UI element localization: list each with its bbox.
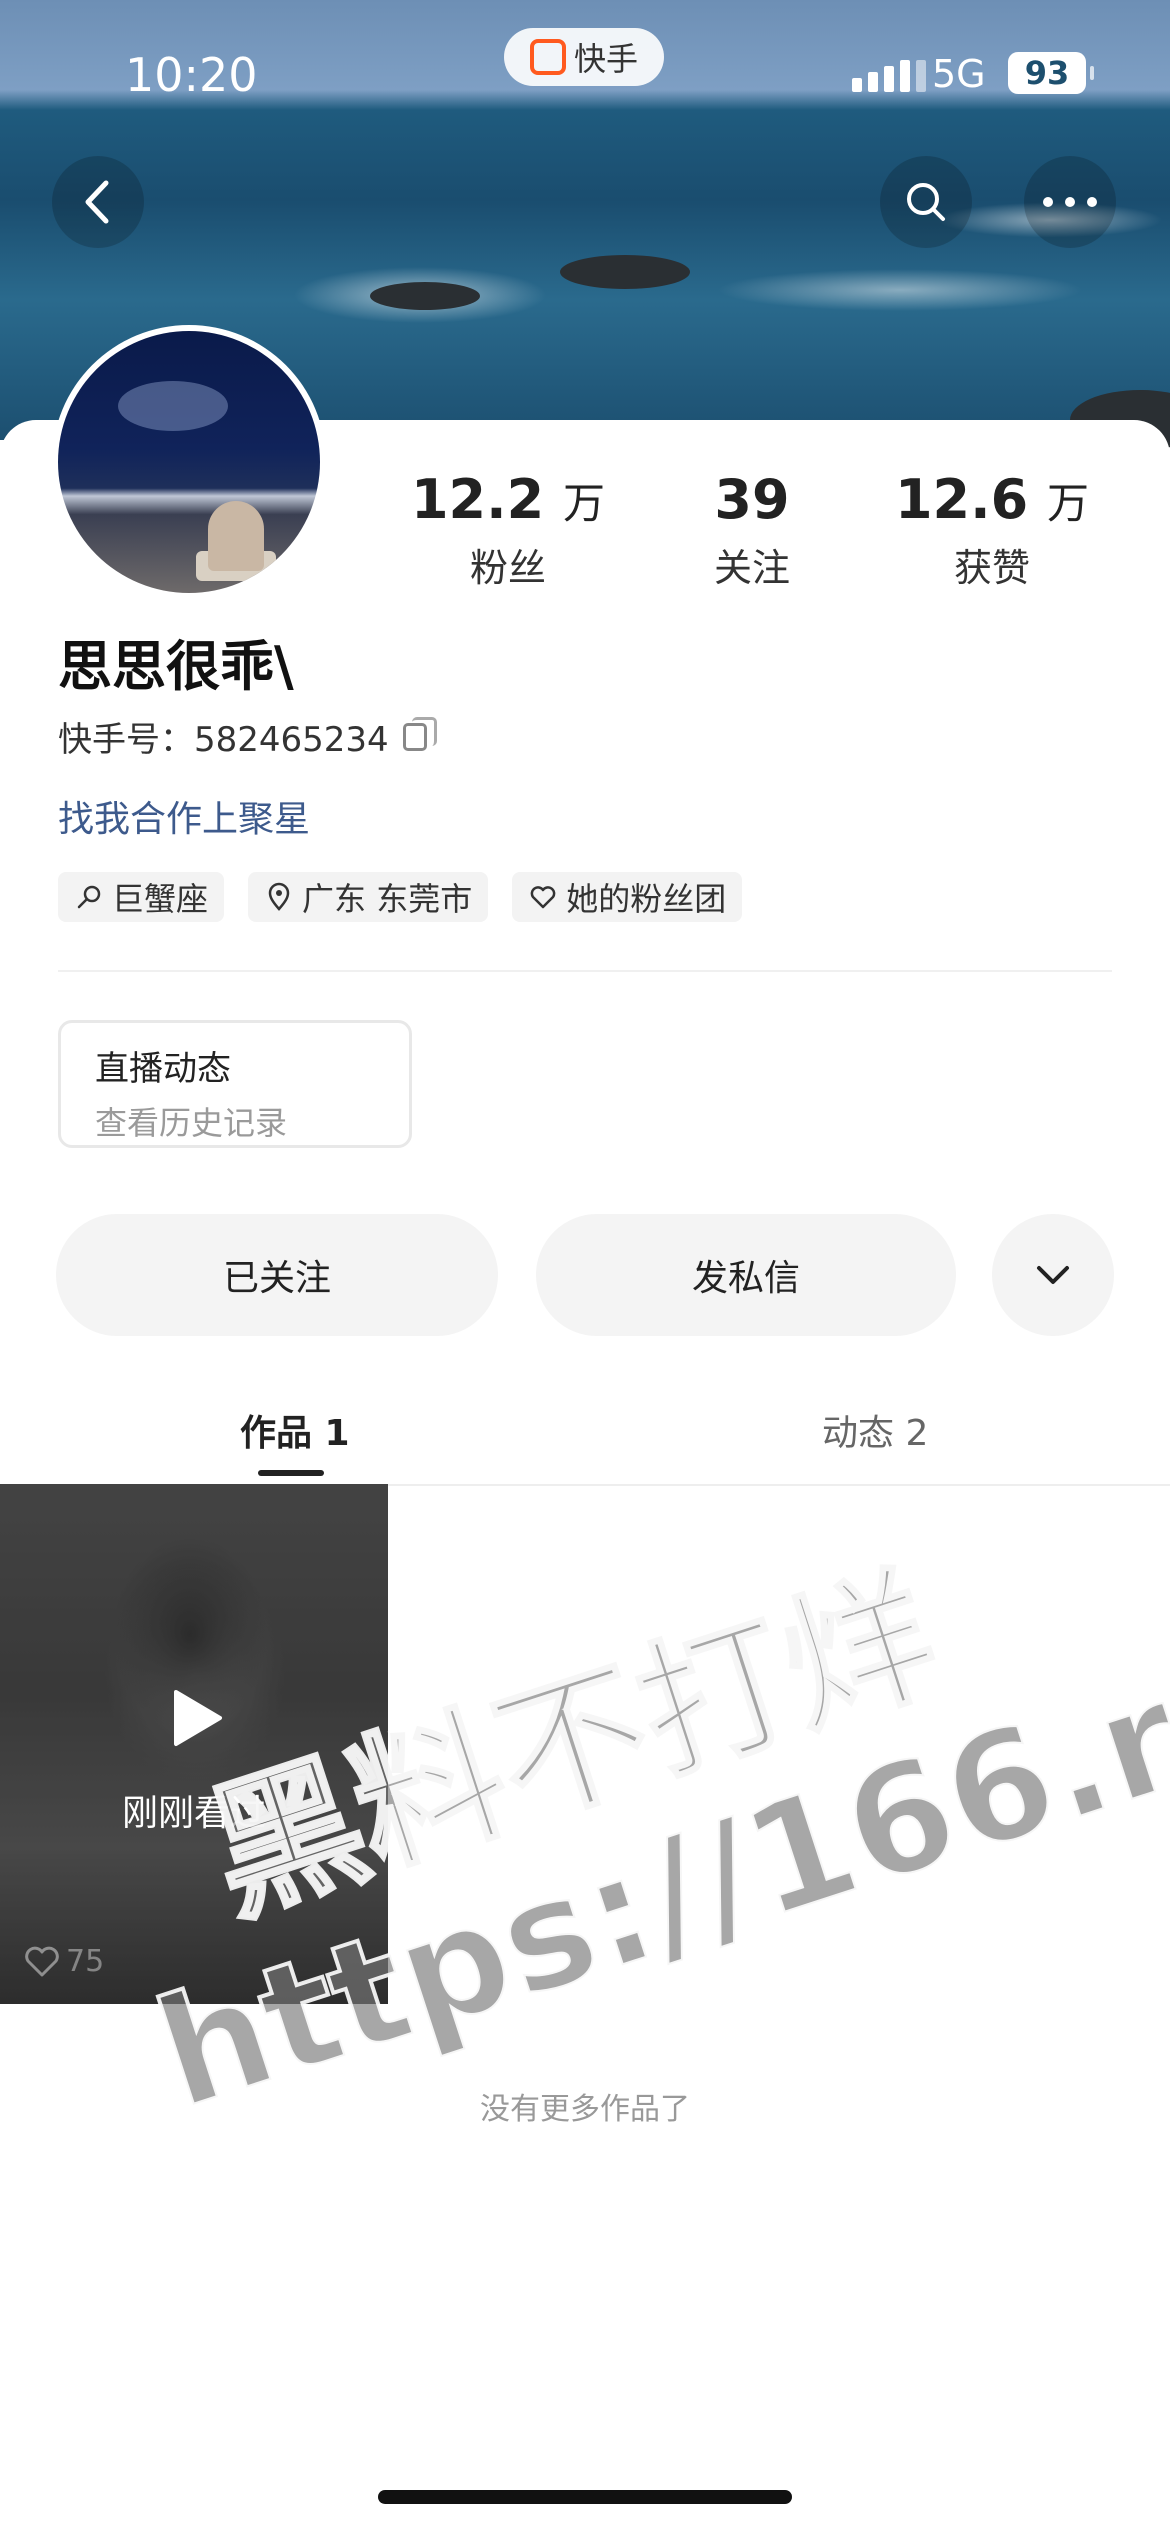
stat-label: 关注: [713, 546, 790, 590]
live-card-title: 直播动态: [95, 1049, 231, 1089]
home-indicator[interactable]: [378, 2490, 792, 2504]
tab-moments[interactable]: 动态 2: [822, 1404, 928, 1456]
stat-following[interactable]: 39 关注: [642, 468, 862, 592]
back-button[interactable]: [52, 156, 144, 248]
profile-id-row: 快手号：582465234: [58, 712, 437, 761]
stat-likes[interactable]: 12.6 万 获赞: [882, 468, 1102, 592]
status-bar: 10:20 快手 5G 93: [0, 0, 1170, 140]
chevron-left-icon: [85, 180, 109, 224]
signal-icon: [852, 60, 926, 92]
tag-location[interactable]: 广东 东莞市: [248, 872, 489, 922]
followed-button[interactable]: 已关注: [56, 1214, 498, 1336]
avatar[interactable]: [52, 325, 326, 599]
tab-active-indicator: [258, 1470, 324, 1476]
tab-works[interactable]: 作品 1: [240, 1404, 350, 1456]
stat-value: 12.2 万: [410, 468, 606, 531]
tag-fan-club[interactable]: 她的粉丝团: [512, 872, 743, 922]
copy-icon[interactable]: [402, 716, 437, 751]
divider: [58, 970, 1112, 972]
kuaishou-logo-icon: [529, 39, 566, 75]
battery-level: 93: [1024, 54, 1070, 92]
chevron-down-icon: [1037, 1266, 1069, 1284]
search-icon: [907, 183, 945, 221]
stat-value: 39: [714, 468, 790, 531]
profile-name: 思思很乖\: [58, 635, 294, 698]
heart-outline-icon: [25, 1946, 59, 1976]
stat-fans[interactable]: 12.2 万 粉丝: [398, 468, 618, 592]
tag-label: 她的粉丝团: [566, 880, 727, 918]
tag-label: 广东 东莞市: [302, 880, 473, 918]
profile-tags: 巨蟹座 广东 东莞市 她的粉丝团: [58, 872, 743, 922]
location-pin-icon: [268, 882, 290, 911]
tag-zodiac[interactable]: 巨蟹座: [58, 872, 225, 922]
live-history-card[interactable]: 直播动态 查看历史记录: [58, 1020, 412, 1148]
live-card-subtitle: 查看历史记录: [95, 1104, 288, 1142]
more-button[interactable]: [1024, 156, 1116, 248]
app-name: 快手: [573, 40, 638, 78]
rock: [370, 282, 480, 310]
expand-button[interactable]: [992, 1214, 1114, 1336]
more-dots-icon: [1043, 197, 1097, 207]
id-text: 快手号：582465234: [58, 720, 389, 760]
tag-label: 巨蟹座: [112, 880, 209, 918]
stat-label: 粉丝: [469, 546, 546, 590]
content-tabs: 作品 1 动态 2: [0, 1380, 1170, 1486]
message-button[interactable]: 发私信: [536, 1214, 956, 1336]
play-icon: [174, 1690, 222, 1746]
app-indicator: 快手: [504, 28, 664, 86]
status-time: 10:20: [125, 48, 258, 102]
like-count: 75: [24, 1944, 104, 1979]
stat-value: 12.6 万: [894, 468, 1090, 531]
avatar-image: [58, 331, 320, 593]
network-type: 5G: [932, 52, 986, 96]
stat-label: 获赞: [953, 546, 1030, 590]
search-button[interactable]: [880, 156, 972, 248]
cooperation-link[interactable]: 找我合作上聚星: [58, 790, 310, 842]
zodiac-icon: [77, 885, 101, 909]
heart-icon: [530, 886, 556, 909]
rock: [560, 255, 690, 289]
battery-icon: 93: [1008, 52, 1094, 94]
